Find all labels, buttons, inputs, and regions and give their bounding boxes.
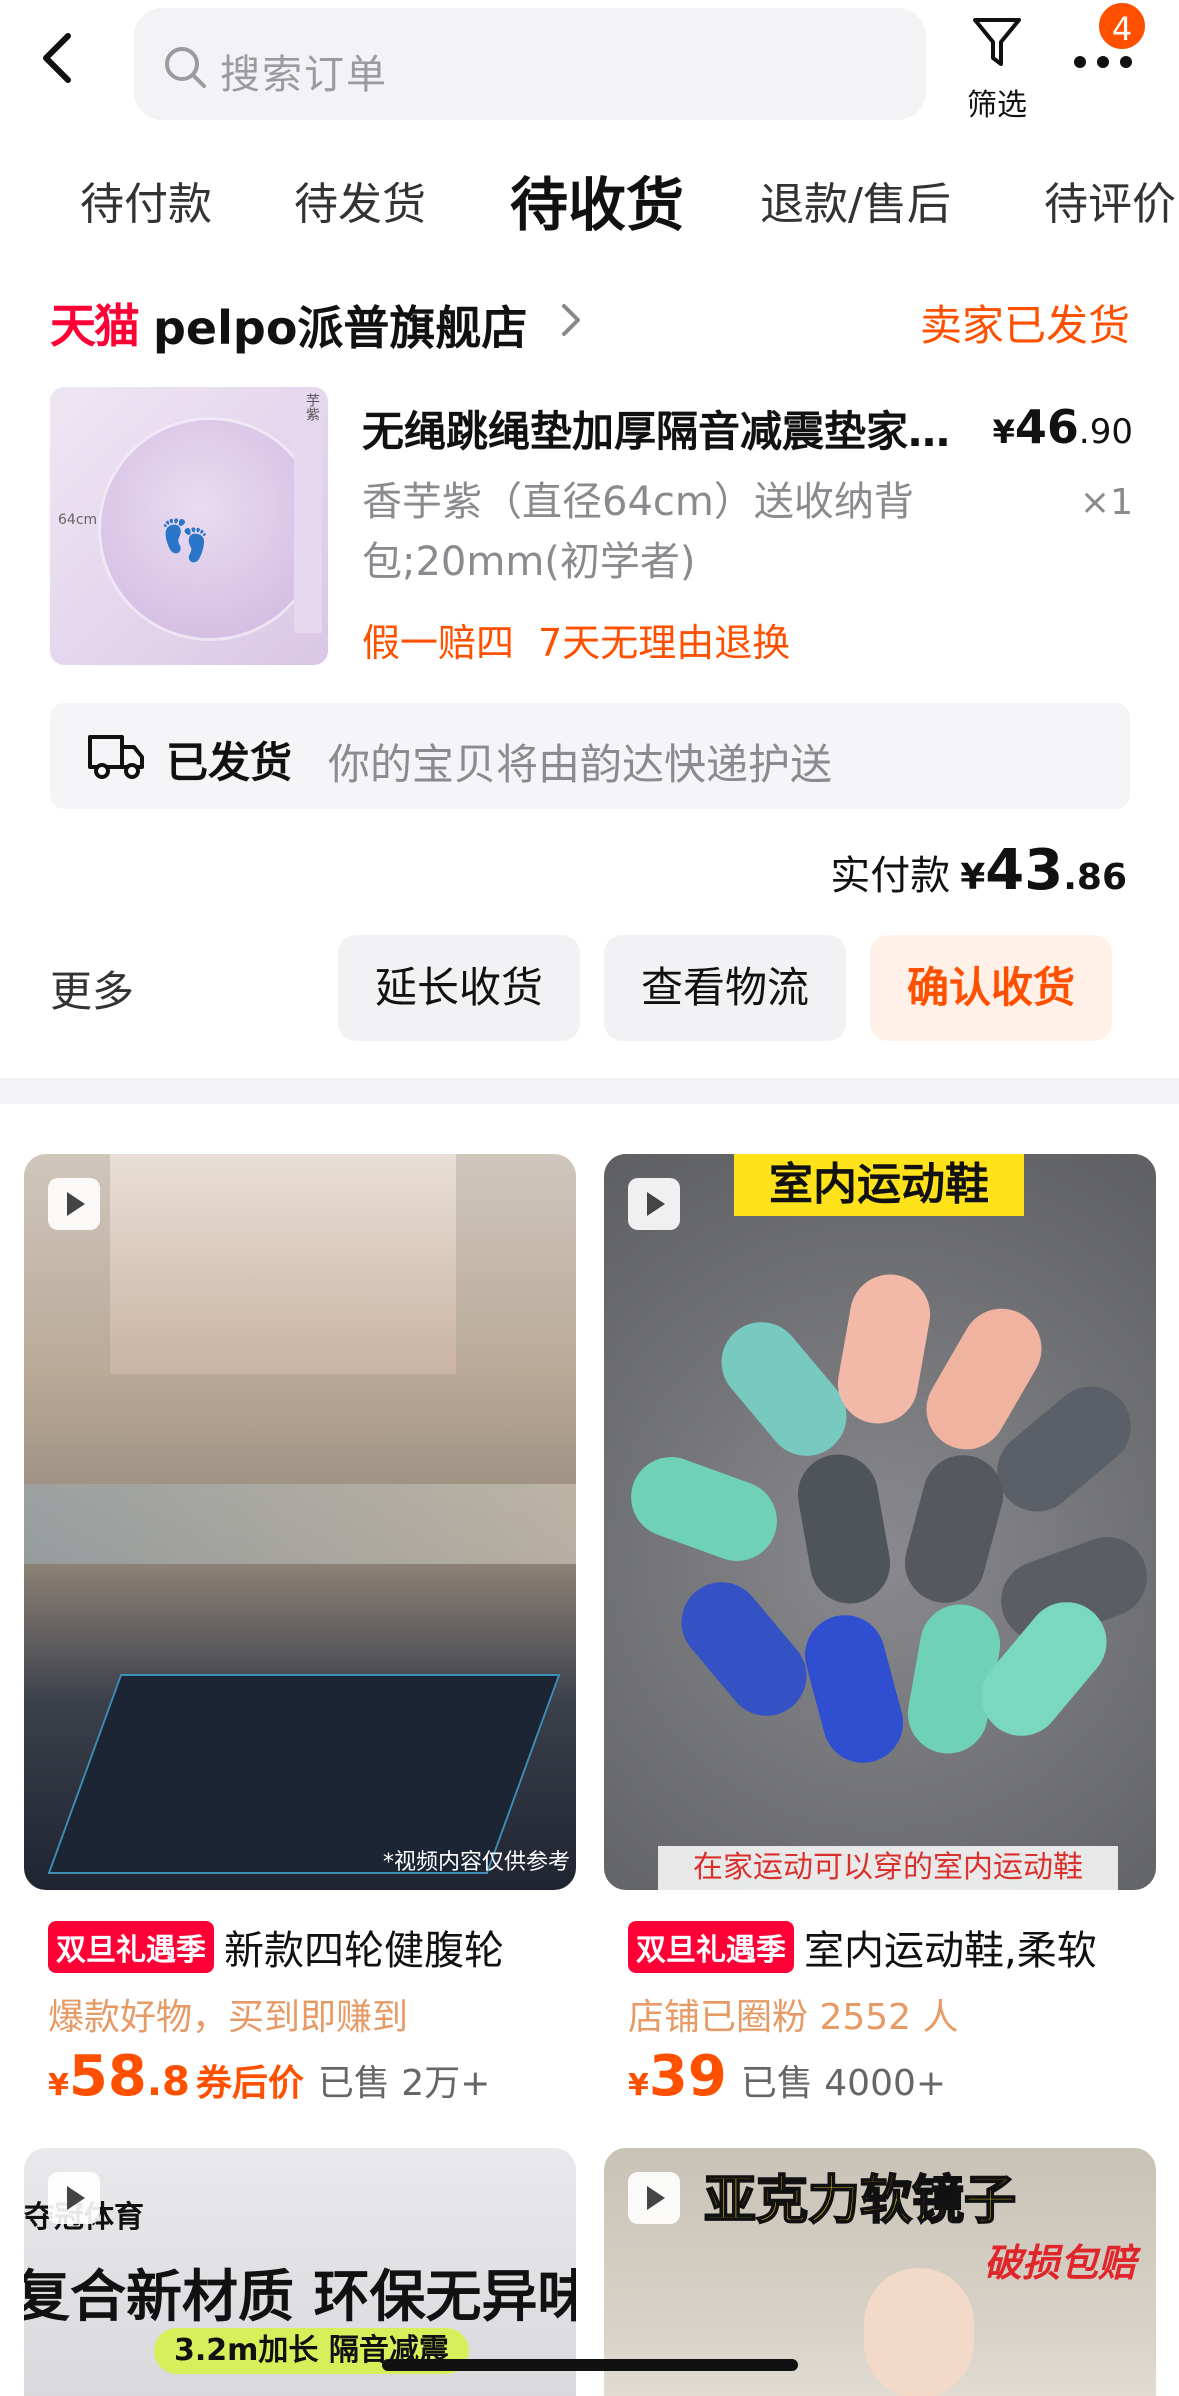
back-arrow-icon [43,33,71,83]
image-sub-text: 破损包赔 [984,2241,1137,2285]
product-title[interactable]: 无绳跳绳垫加厚隔音减震垫家... [362,398,952,459]
product-video-thumbnail[interactable]: 室内运动鞋 在家运动可以穿的室内运动鞋 [604,1154,1156,1890]
extend-receipt-button[interactable]: 延长收货 [338,935,580,1041]
order-tabs: 待付款 待发货 待收货 退款/售后 待评价 [0,150,1179,250]
video-disclaimer: *视频内容仅供参考 [382,1850,570,1875]
back-button[interactable] [38,28,98,98]
promo-badge: 双旦礼遇季 [48,1921,214,1973]
sold-count: 已售 4000+ [740,2063,947,2104]
image-banner: 室内运动鞋 [734,1154,1024,1216]
order-status: 卖家已发货 [919,301,1130,350]
service-tags: 假一赔四 7天无理由退换 [362,612,790,667]
product-price: ¥46.90 [992,400,1133,454]
recommendation-price: ¥39 已售 4000+ [628,2044,947,2109]
sold-count: 已售 2万+ [317,2063,491,2104]
tab-pending-review[interactable]: 待评价 [1044,168,1176,232]
shoe-shape [665,1565,823,1733]
tab-pending-payment[interactable]: 待付款 [80,168,212,232]
tab-pending-receipt[interactable]: 待收货 [510,158,684,242]
service-tag: 7天无理由退换 [538,621,791,665]
recommendation-title: 双旦礼遇季 室内运动鞋,柔软 [628,1918,1168,1976]
recommendation-subtitle: 爆款好物，买到即赚到 [48,1997,409,2038]
shipping-message: 你的宝贝将由韵达快递护送 [328,740,833,789]
image-dimension-text: 64cm [58,512,98,528]
tab-pending-shipment[interactable]: 待发货 [294,168,426,232]
video-play-icon [48,2172,100,2224]
view-logistics-button[interactable]: 查看物流 [604,935,846,1041]
shoe-shape [831,1268,937,1430]
recommendation-title: 双旦礼遇季 新款四轮健腹轮 [48,1918,588,1976]
image-headline-text: 亚克力软镜子 [703,2170,1017,2232]
recommendation-price: ¥58.8 券后价 已售 2万+ [48,2044,491,2109]
store-name: pelpo派普旗舰店 [153,301,528,355]
video-play-icon [628,1178,680,1230]
notification-badge: 4 [1096,0,1148,52]
top-bar: 搜索订单 筛选 4 [0,0,1179,130]
product-video-thumbnail[interactable]: *视频内容仅供参考 [24,1154,576,1890]
model-face-shape [864,2268,974,2396]
tab-refund-aftersale[interactable]: 退款/售后 [760,168,951,232]
shoe-shape [791,1448,897,1610]
chevron-right-icon [562,304,580,336]
tmall-logo: 天猫 [50,299,140,353]
recommendation-subtitle: 店铺已圈粉 2552 人 [628,1997,959,2038]
footprints-icon: 👣 [160,518,210,564]
mat-disc-shape [98,417,322,641]
paid-amount: 实付款 ¥43.86 [830,838,1127,903]
service-tag: 假一赔四 [362,621,515,665]
product-spec: 香芋紫（直径64cm）送收纳背包;20mm(初学者) [362,479,914,585]
video-play-icon [628,2172,680,2224]
filter-icon [973,18,1021,66]
home-indicator [382,2359,798,2371]
image-headline-text: 复合新材质 环保无异味 [24,2265,576,2330]
video-play-icon [48,1178,100,1230]
filter-label: 筛选 [967,88,1027,123]
promo-badge: 双旦礼遇季 [628,1921,794,1973]
truck-icon [88,735,144,779]
search-placeholder: 搜索订单 [220,52,388,98]
image-side-text: 芋紫 [294,393,322,633]
recommendation-card[interactable]: *视频内容仅供参考 双旦礼遇季 新款四轮健腹轮 爆款好物，买到即赚到 ¥58.8 券… [24,1154,576,2114]
more-actions-link[interactable]: 更多 [50,958,134,1019]
shipping-status-bar[interactable]: 已发货 你的宝贝将由韵达快递护送 [50,703,1130,809]
shoe-shape [895,1446,1013,1612]
confirm-receipt-button[interactable]: 确认收货 [870,935,1112,1041]
filter-button[interactable]: 筛选 [960,14,1034,124]
image-caption: 在家运动可以穿的室内运动鞋 [658,1846,1118,1890]
search-icon [165,47,206,88]
search-input[interactable]: 搜索订单 [134,8,926,120]
shipping-status: 已发货 [166,738,293,787]
store-header[interactable]: 天猫 pelpo派普旗舰店 卖家已发货 [50,290,1130,355]
section-divider [0,1078,1179,1104]
shoe-shape [619,1445,789,1573]
product-image[interactable]: 👣 64cm 芋紫 [50,387,328,665]
shoe-shape [795,1606,913,1772]
product-quantity: ×1 [1079,482,1133,523]
window-view [24,1484,576,1564]
before-after-inset [110,1154,456,1374]
recommendation-card[interactable]: 室内运动鞋 在家运动可以穿的室内运动鞋 双旦礼遇季 室内运动鞋,柔软 店铺已圈粉 … [604,1154,1156,2114]
